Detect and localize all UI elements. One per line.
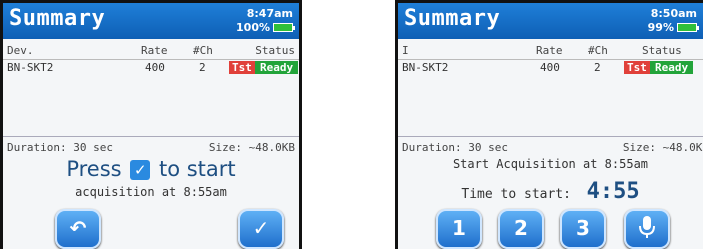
device-channels: 2 xyxy=(199,61,206,74)
table-header: I Rate #Ch Status xyxy=(398,43,703,60)
battery-status: 99% xyxy=(647,21,699,34)
column-header-status: Status xyxy=(642,44,682,57)
battery-icon xyxy=(677,23,699,32)
size-text: Size: ~48.0KB xyxy=(208,141,295,154)
duration-text: Duration: 30 sec xyxy=(7,141,113,154)
confirm-button[interactable]: ✓ xyxy=(238,209,284,249)
back-button[interactable]: ↶ xyxy=(55,209,101,249)
column-header-status: Status xyxy=(255,44,295,57)
test-badge[interactable]: Tst xyxy=(229,61,255,74)
device-rate: 400 xyxy=(540,61,560,74)
back-arrow-icon: ↶ xyxy=(69,216,87,240)
acquisition-info: Duration: 30 sec Size: ~48.0KB xyxy=(7,141,295,154)
test-badge[interactable]: Tst xyxy=(624,61,650,74)
press-to-start-message: Press ✓ to start xyxy=(3,157,299,181)
size-text: Size: ~48.0KB xyxy=(622,141,703,154)
divider xyxy=(3,136,299,137)
battery-percent: 100% xyxy=(236,21,270,34)
device-channels: 2 xyxy=(594,61,601,74)
column-header-dev: Dev. xyxy=(7,44,34,57)
battery-status: 100% xyxy=(236,21,295,34)
status-badge: Ready xyxy=(255,61,299,74)
column-header-nch: #Ch xyxy=(588,44,608,57)
device-table: I Rate #Ch Status BN-SKT2 400 2 Tst Read… xyxy=(398,43,703,76)
preset-3-icon: 3 xyxy=(576,216,590,240)
device-rate: 400 xyxy=(145,61,165,74)
table-row[interactable]: BN-SKT2 400 2 Tst Ready xyxy=(398,60,703,76)
divider xyxy=(398,136,703,137)
summary-screen-left: Summary 8:47am 100% Dev. Rate #Ch Status… xyxy=(0,0,302,249)
screen-title: Summary xyxy=(9,6,106,31)
press-text: Press xyxy=(66,157,122,181)
title-bar: Summary 8:50am 99% xyxy=(398,3,703,39)
summary-screen-right: Summary 8:50am 99% I Rate #Ch Status BN-… xyxy=(395,0,703,249)
table-row[interactable]: BN-SKT2 400 2 Tst Ready xyxy=(3,60,299,76)
preset-2-button[interactable]: 2 xyxy=(498,209,544,249)
microphone-button[interactable] xyxy=(624,209,670,249)
column-header-rate: Rate xyxy=(536,44,563,57)
column-header-rate: Rate xyxy=(141,44,168,57)
to-start-text: to start xyxy=(158,157,236,181)
clock-time: 8:47am xyxy=(246,7,293,20)
device-name: BN-SKT2 xyxy=(7,61,54,74)
screen-title: Summary xyxy=(404,6,501,31)
status-badge: Ready xyxy=(650,61,694,74)
time-to-start-label: Time to start: xyxy=(461,187,571,202)
battery-icon xyxy=(273,23,295,32)
checkmark-icon: ✓ xyxy=(130,160,151,180)
column-header-dev: I xyxy=(402,44,409,57)
title-bar: Summary 8:47am 100% xyxy=(3,3,299,39)
time-to-start: Time to start: 4:55 xyxy=(398,179,703,204)
column-header-nch: #Ch xyxy=(193,44,213,57)
preset-3-button[interactable]: 3 xyxy=(560,209,606,249)
microphone-icon xyxy=(639,216,655,238)
table-header: Dev. Rate #Ch Status xyxy=(3,43,299,60)
preset-2-icon: 2 xyxy=(514,216,528,240)
countdown-timer: 4:55 xyxy=(586,179,640,204)
preset-1-icon: 1 xyxy=(452,216,466,240)
clock-time: 8:50am xyxy=(650,7,697,20)
start-acquisition-message: Start Acquisition at 8:55am xyxy=(452,157,649,171)
acquisition-time-message: acquisition at 8:55am xyxy=(75,185,227,199)
battery-percent: 99% xyxy=(647,21,674,34)
acquisition-info: Duration: 30 sec Size: ~48.0KB xyxy=(402,141,703,154)
device-table: Dev. Rate #Ch Status BN-SKT2 400 2 Tst R… xyxy=(3,43,299,76)
duration-text: Duration: 30 sec xyxy=(402,141,508,154)
preset-1-button[interactable]: 1 xyxy=(436,209,482,249)
device-name: BN-SKT2 xyxy=(402,61,449,74)
checkmark-icon: ✓ xyxy=(252,216,270,240)
